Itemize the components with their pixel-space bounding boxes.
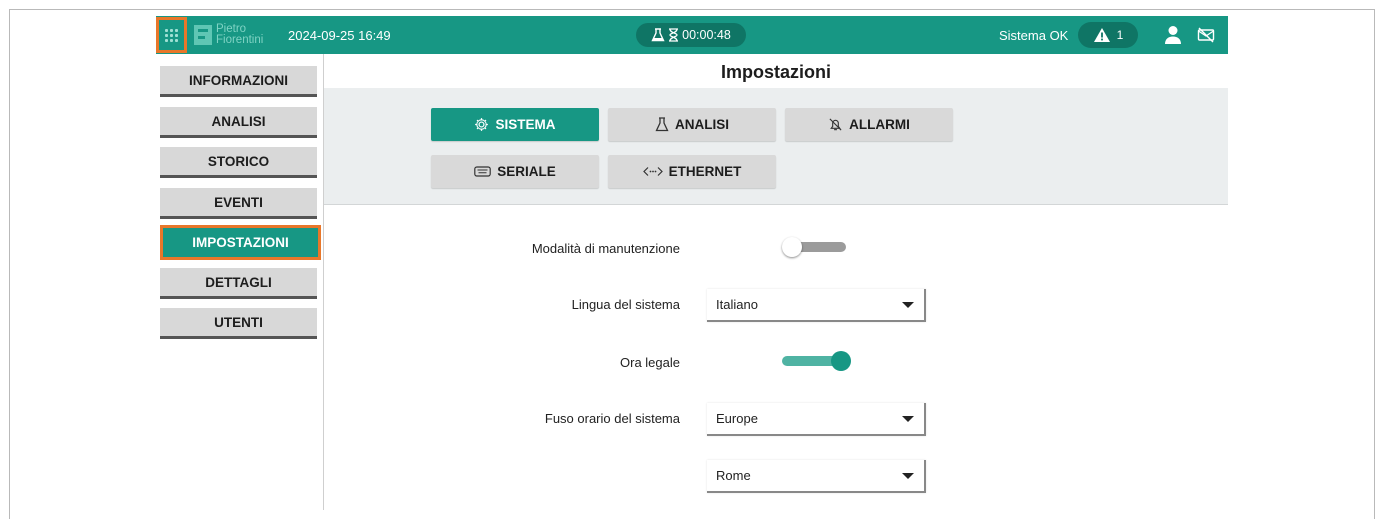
top-bar: Pietro Fiorentini 2024-09-25 16:49 00:00…: [156, 16, 1228, 54]
tab-seriale[interactable]: SERIALE: [431, 155, 599, 188]
daylight-saving-label: Ora legale: [620, 355, 680, 370]
serial-port-icon: [474, 166, 492, 177]
datetime: 2024-09-25 16:49: [288, 28, 391, 43]
tab-analisi[interactable]: ANALISI: [608, 108, 776, 141]
timezone-city-select[interactable]: Rome: [707, 460, 926, 493]
alarm-counter-button[interactable]: 1: [1078, 22, 1138, 48]
page-title: Impostazioni: [720, 62, 831, 82]
tab-sistema[interactable]: SISTEMA: [431, 108, 599, 141]
logo: Pietro Fiorentini: [194, 23, 264, 46]
tab-allarmi-label: ALLARMI: [849, 117, 910, 132]
apps-grid-icon: [165, 28, 178, 42]
tab-seriale-label: SERIALE: [497, 164, 556, 179]
gear-icon: [475, 118, 489, 131]
system-language-label: Lingua del sistema: [571, 297, 680, 312]
timezone-city-value: Rome: [716, 468, 751, 483]
tab-analisi-label: ANALISI: [675, 117, 729, 132]
sidebar-item-dettagli[interactable]: DETTAGLI: [160, 268, 317, 299]
sidebar-item-storico[interactable]: STORICO: [160, 147, 317, 178]
chevron-down-icon: [902, 473, 914, 479]
alarm-count: 1: [1116, 28, 1124, 42]
sidebar-item-impostazioni[interactable]: IMPOSTAZIONI: [160, 225, 321, 260]
connection-off-icon[interactable]: [1197, 27, 1215, 43]
maintenance-mode-toggle[interactable]: [780, 237, 852, 257]
user-icon[interactable]: [1164, 25, 1182, 45]
sidebar-item-informazioni[interactable]: INFORMAZIONI: [160, 66, 317, 97]
timer-value: 00:00:48: [682, 28, 731, 42]
system-language-select[interactable]: Italiano: [707, 289, 926, 322]
system-language-value: Italiano: [716, 297, 758, 312]
hourglass-icon: [669, 28, 679, 42]
logo-line-2: Fiorentini: [216, 34, 264, 46]
flask-icon: [651, 28, 665, 42]
daylight-saving-toggle[interactable]: [780, 351, 852, 371]
system-status: Sistema OK: [999, 28, 1069, 43]
timezone-region-select[interactable]: Europe: [707, 403, 926, 436]
timezone-region-value: Europe: [716, 411, 758, 426]
apps-grid-button[interactable]: [156, 17, 187, 53]
chevron-down-icon: [902, 302, 914, 308]
tab-ethernet[interactable]: ETHERNET: [608, 155, 776, 188]
sidebar-item-utenti[interactable]: UTENTI: [160, 308, 317, 339]
flask-icon: [655, 117, 669, 132]
tab-ethernet-label: ETHERNET: [668, 164, 742, 179]
analysis-timer[interactable]: 00:00:48: [636, 23, 746, 47]
logo-mark-icon: [194, 25, 212, 45]
settings-tab-bar: SISTEMA ANALISI ALLARMI SERIALE ETHERNET: [324, 88, 1228, 205]
sidebar-item-analisi[interactable]: ANALISI: [160, 107, 317, 138]
maintenance-mode-label: Modalità di manutenzione: [531, 241, 680, 256]
bell-off-icon: [829, 118, 842, 131]
sidebar-item-eventi[interactable]: EVENTI: [160, 188, 317, 219]
warning-icon: [1093, 28, 1110, 42]
tab-sistema-label: SISTEMA: [495, 117, 556, 132]
system-timezone-label: Fuso orario del sistema: [544, 411, 680, 426]
tab-allarmi[interactable]: ALLARMI: [785, 108, 953, 141]
chevron-down-icon: [902, 416, 914, 422]
ethernet-icon: [642, 167, 663, 176]
